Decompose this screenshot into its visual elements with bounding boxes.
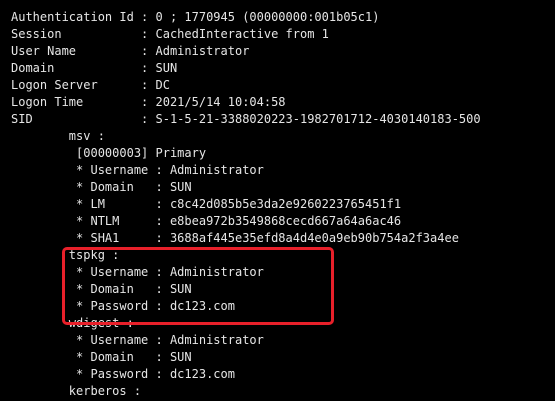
kerberos-header: kerberos : <box>11 384 142 398</box>
logon-server-line: Logon Server : DC <box>11 78 170 92</box>
msv-lm-line: * LM : c8c42d085b5e3da2e9260223765451f1 <box>11 197 402 211</box>
msv-ntlm-line: * NTLM : e8bea972b3549868cecd667a64a6ac4… <box>11 214 402 228</box>
msv-sha1-line: * SHA1 : 3688af445e35efd8a4d4e0a9eb90b75… <box>11 231 459 245</box>
msv-username-line: * Username : Administrator <box>11 163 264 177</box>
logon-time-line: Logon Time : 2021/5/14 10:04:58 <box>11 95 286 109</box>
session-line: Session : CachedInteractive from 1 <box>11 27 329 41</box>
wdigest-username-line: * Username : Administrator <box>11 333 264 347</box>
wdigest-domain-line: * Domain : SUN <box>11 350 192 364</box>
msv-header: msv : <box>11 129 105 143</box>
tspkg-highlight-box <box>62 247 334 325</box>
auth-id-line: Authentication Id : 0 ; 1770945 (0000000… <box>11 10 380 24</box>
wdigest-password-line: * Password : dc123.com <box>11 367 235 381</box>
username-line: User Name : Administrator <box>11 44 250 58</box>
sid-line: SID : S-1-5-21-3388020223-1982701712-403… <box>11 112 481 126</box>
msv-primary-line: [00000003] Primary <box>11 146 207 160</box>
domain-line: Domain : SUN <box>11 61 178 75</box>
terminal-output: Authentication Id : 0 ; 1770945 (0000000… <box>0 0 555 401</box>
msv-domain-line: * Domain : SUN <box>11 180 192 194</box>
